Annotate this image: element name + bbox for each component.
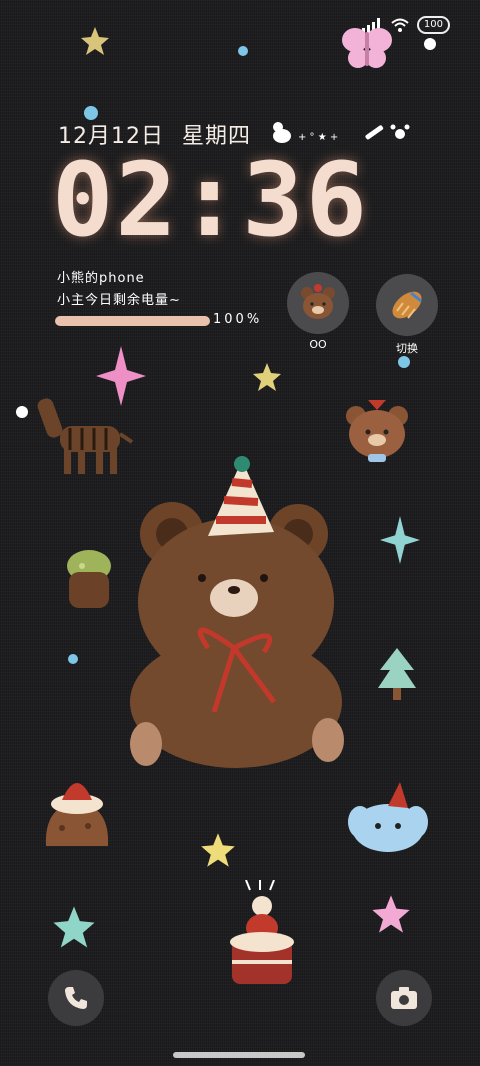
strawberry-bun-sticker (45, 783, 109, 846)
star-sticker (201, 833, 235, 867)
dot-sticker (16, 406, 28, 418)
device-name: 小熊的phone (57, 271, 145, 286)
home-indicator[interactable] (173, 1052, 305, 1058)
phone-shortcut-button[interactable] (48, 970, 104, 1026)
widget-switch-button[interactable] (376, 274, 438, 336)
camera-shortcut-button[interactable] (376, 970, 432, 1026)
star-sticker (81, 27, 109, 55)
bear-face-icon (301, 284, 335, 319)
bread-icon (392, 291, 422, 319)
widget-oo-button[interactable] (287, 272, 349, 334)
star-sticker (53, 906, 95, 948)
widget-oo-label: OO (309, 338, 327, 351)
dot-sticker (68, 654, 78, 664)
lockscreen-clock: 02:36 (52, 141, 370, 260)
cupcake-sticker (67, 550, 111, 608)
cake-sticker (230, 880, 294, 984)
butterfly-sticker (342, 28, 392, 68)
battery-caption: 小主今日剩余电量~ (57, 293, 181, 308)
dot-sticker (424, 38, 436, 50)
battery-indicator: 100 (416, 16, 450, 34)
battery-progress-bar (55, 316, 210, 326)
battery-widget-text: 小熊的phone 小主今日剩余电量~ (57, 268, 181, 312)
sparkle-sticker (380, 516, 420, 564)
widget-switch-label: 切换 (396, 342, 418, 355)
elephant-sticker (348, 782, 428, 852)
star-sticker (253, 363, 281, 391)
camera-icon (391, 987, 417, 1009)
teddy-bear-illustration (130, 456, 344, 768)
star-sticker (372, 895, 410, 933)
zebra-sticker (37, 398, 134, 474)
dot-sticker (238, 46, 248, 56)
battery-percent: 100% (213, 312, 263, 327)
widget-oo[interactable]: OO (287, 272, 349, 351)
phone-icon (65, 987, 87, 1009)
widget-switch[interactable]: 切换 (376, 274, 438, 356)
tree-sticker (378, 648, 416, 700)
dot-sticker (398, 356, 410, 368)
